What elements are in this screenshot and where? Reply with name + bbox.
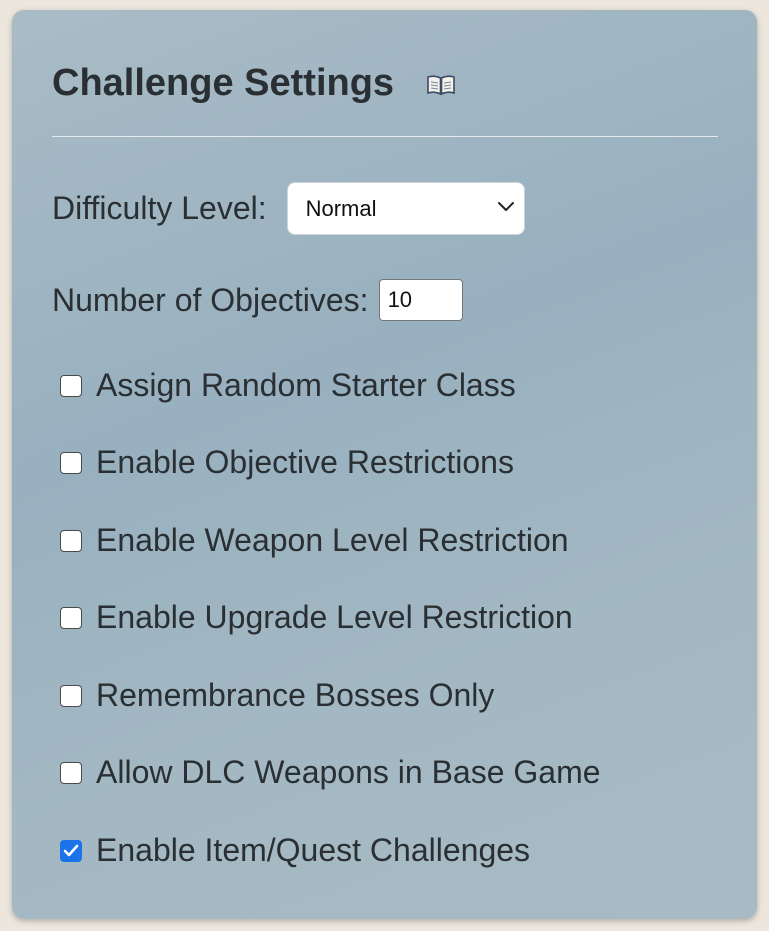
book-icon[interactable] — [426, 74, 456, 96]
option-label: Allow DLC Weapons in Base Game — [96, 754, 601, 790]
option-enable-upgrade-level-restriction[interactable]: Enable Upgrade Level Restriction — [60, 599, 573, 636]
checkbox[interactable] — [60, 374, 82, 397]
objectives-label: Number of Objectives: — [52, 281, 369, 318]
objectives-input[interactable] — [378, 279, 463, 321]
difficulty-label: Difficulty Level: — [52, 190, 267, 226]
option-label: Enable Objective Restrictions — [96, 444, 514, 480]
option-remembrance-bosses-only[interactable]: Remembrance Bosses Only — [60, 677, 494, 714]
option-assign-random-starter-class[interactable]: Assign Random Starter Class — [60, 367, 516, 404]
checkmark-icon — [63, 844, 79, 856]
challenge-settings-panel: Challenge Settings Difficulty Level: Nor… — [12, 10, 757, 919]
difficulty-selected-value: Normal — [305, 195, 377, 221]
option-label: Enable Weapon Level Restriction — [96, 522, 569, 558]
checkbox[interactable] — [60, 606, 82, 629]
option-label: Remembrance Bosses Only — [96, 677, 495, 713]
checkbox-checked[interactable] — [60, 839, 82, 862]
checkbox[interactable] — [60, 684, 82, 707]
difficulty-select[interactable]: Normal — [286, 182, 525, 235]
chevron-down-icon — [496, 199, 516, 218]
difficulty-row: Difficulty Level: Normal — [52, 182, 525, 235]
title-row: Challenge Settings — [52, 60, 456, 106]
objectives-row: Number of Objectives: — [52, 279, 463, 321]
option-label: Enable Item/Quest Challenges — [96, 832, 531, 868]
checkbox[interactable] — [60, 529, 82, 552]
panel-title: Challenge Settings — [52, 62, 395, 104]
checkbox[interactable] — [60, 761, 82, 784]
option-enable-item-quest-challenges[interactable]: Enable Item/Quest Challenges — [60, 832, 530, 869]
option-enable-weapon-level-restriction[interactable]: Enable Weapon Level Restriction — [60, 522, 569, 559]
checkbox[interactable] — [60, 451, 82, 474]
option-enable-objective-restrictions[interactable]: Enable Objective Restrictions — [60, 444, 514, 481]
option-allow-dlc-weapons[interactable]: Allow DLC Weapons in Base Game — [60, 754, 601, 791]
title-divider — [52, 136, 718, 137]
option-label: Assign Random Starter Class — [96, 367, 516, 403]
option-label: Enable Upgrade Level Restriction — [96, 599, 573, 635]
